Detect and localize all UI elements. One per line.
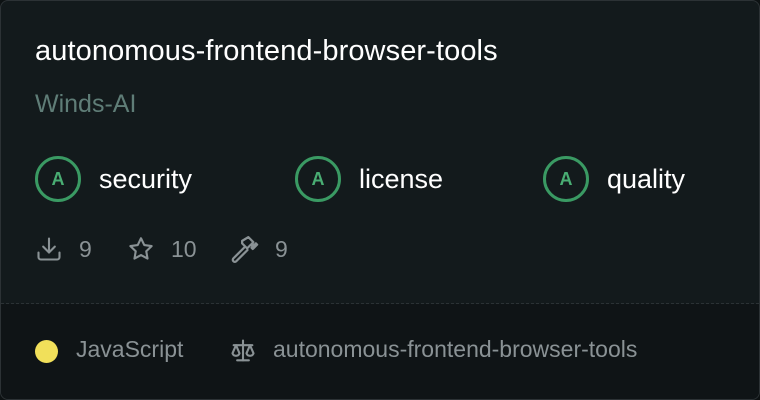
tools-count: 9 bbox=[275, 235, 288, 262]
grade-label-quality: quality bbox=[607, 163, 686, 194]
repo-owner[interactable]: Winds-AI bbox=[35, 90, 136, 119]
grade-security: A security bbox=[35, 156, 192, 202]
scale-icon bbox=[231, 339, 255, 362]
grade-badge-quality: A bbox=[543, 156, 589, 202]
stat-tools: 9 bbox=[229, 233, 288, 265]
stat-stars: 10 bbox=[127, 233, 197, 265]
star-icon bbox=[129, 237, 153, 260]
grade-license: A license bbox=[295, 156, 443, 202]
language-label: JavaScript bbox=[76, 336, 184, 362]
stat-downloads: 9 bbox=[35, 233, 92, 265]
grade-badge-security: A bbox=[35, 156, 81, 202]
license-label: autonomous-frontend-browser-tools bbox=[273, 336, 638, 362]
grade-quality: A quality bbox=[543, 156, 685, 202]
grade-label-security: security bbox=[99, 163, 193, 194]
language-color-dot bbox=[35, 340, 58, 363]
download-icon bbox=[37, 237, 61, 261]
repo-card[interactable]: autonomous-frontend-browser-tools Winds-… bbox=[0, 0, 760, 400]
card-footer: JavaScript autonomous-frontend-browser-t… bbox=[1, 304, 759, 399]
repo-title[interactable]: autonomous-frontend-browser-tools bbox=[35, 35, 498, 68]
hammer-icon bbox=[231, 236, 259, 263]
grade-badge-license: A bbox=[295, 156, 341, 202]
card-header: autonomous-frontend-browser-tools Winds-… bbox=[1, 1, 759, 303]
grade-label-license: license bbox=[359, 163, 444, 194]
stars-count: 10 bbox=[171, 235, 197, 262]
downloads-count: 9 bbox=[79, 235, 92, 262]
